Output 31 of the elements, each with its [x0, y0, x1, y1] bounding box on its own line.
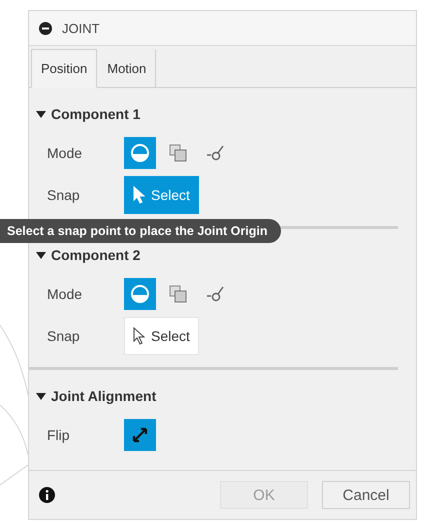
section-header[interactable]: Joint Alignment: [29, 388, 416, 404]
select-button[interactable]: Select: [124, 317, 199, 355]
collapse-icon[interactable]: [39, 22, 52, 34]
flip-button[interactable]: [124, 419, 156, 451]
point-icon: [206, 143, 226, 163]
cursor-icon: [133, 186, 145, 204]
dialog-button[interactable]: Cancel: [322, 481, 410, 509]
section-header[interactable]: Component 1: [29, 106, 398, 122]
row-label: Mode: [46, 286, 84, 302]
row-label: Snap: [46, 328, 81, 344]
row-label: Snap: [46, 187, 81, 203]
tab[interactable]: Position: [31, 49, 98, 88]
panel-title: JOINT: [62, 20, 100, 36]
tooltip: Select a snap point to place the Joint Origin: [0, 219, 282, 243]
caret-down-icon: [36, 109, 46, 119]
section-header[interactable]: Component 2: [29, 247, 398, 263]
tab[interactable]: Motion: [97, 49, 156, 88]
mode-option-button[interactable]: [124, 278, 156, 310]
info-icon[interactable]: [39, 487, 55, 503]
caret-down-icon: [36, 250, 46, 260]
mode-option-button[interactable]: [124, 137, 156, 169]
row-label: Flip: [46, 427, 71, 443]
caret-down-icon: [36, 391, 46, 401]
half-circle-icon: [130, 143, 150, 163]
stacked-squares-icon: [168, 284, 188, 304]
stacked-squares-icon: [168, 143, 188, 163]
diagonal-arrows-icon: [131, 426, 149, 444]
half-circle-icon: [130, 284, 150, 304]
cursor-icon: [133, 327, 145, 345]
point-icon: [206, 284, 226, 304]
row-label: Mode: [46, 145, 84, 161]
